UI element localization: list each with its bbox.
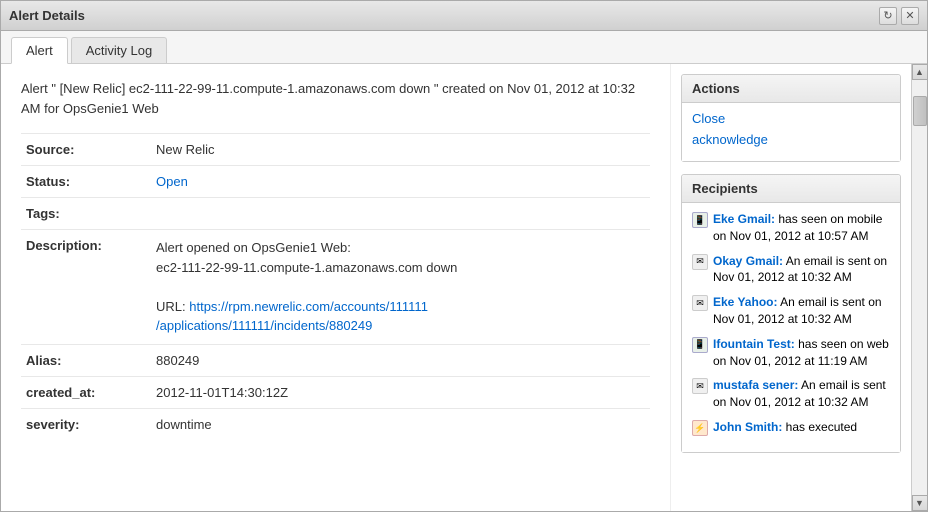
- field-value-alias: 880249: [151, 344, 650, 376]
- field-label-severity: severity:: [21, 408, 151, 440]
- field-tags: Tags:: [21, 198, 650, 230]
- recipient-eke-yahoo: ✉ Eke Yahoo: An email is sent on Nov 01,…: [692, 294, 890, 328]
- recipient-ifountain-test: 📱 Ifountain Test: has seen on web on Nov…: [692, 336, 890, 370]
- field-label-source: Source:: [21, 134, 151, 166]
- field-status: Status: Open: [21, 166, 650, 198]
- recipient-okay-gmail: ✉ Okay Gmail: An email is sent on Nov 01…: [692, 253, 890, 287]
- scrollbar-arrow-up[interactable]: ▲: [912, 64, 928, 80]
- scrollbar-track: ▲ ▼: [911, 64, 927, 511]
- tab-alert[interactable]: Alert: [11, 37, 68, 64]
- description-url-link[interactable]: https://rpm.newrelic.com/accounts/111111…: [156, 299, 428, 334]
- recipient-john-smith: ⚡ John Smith: has executed: [692, 419, 890, 436]
- field-label-status: Status:: [21, 166, 151, 198]
- recipients-section-body: 📱 Eke Gmail: has seen on mobile on Nov 0…: [682, 203, 900, 452]
- acknowledge-action-link[interactable]: acknowledge: [692, 132, 890, 147]
- recipient-name-eke-yahoo[interactable]: Eke Yahoo:: [713, 295, 777, 309]
- main-content: Alert " [New Relic] ec2-111-22-99-11.com…: [1, 64, 671, 511]
- recipients-section-title: Recipients: [682, 175, 900, 203]
- fields-table: Source: New Relic Status: Open Tags: Des…: [21, 133, 650, 440]
- close-action-link[interactable]: Close: [692, 111, 890, 126]
- dialog-title: Alert Details: [9, 8, 85, 23]
- recipient-text-eke-gmail: Eke Gmail: has seen on mobile on Nov 01,…: [713, 211, 890, 245]
- tab-activity-log[interactable]: Activity Log: [71, 37, 167, 63]
- recipients-section: Recipients 📱 Eke Gmail: has seen on mobi…: [681, 174, 901, 453]
- actions-section-body: Close acknowledge: [682, 103, 900, 161]
- close-dialog-button[interactable]: ✕: [901, 7, 919, 25]
- refresh-button[interactable]: ↻: [879, 7, 897, 25]
- titlebar-buttons: ↻ ✕: [879, 7, 919, 25]
- recipient-name-ifountain[interactable]: Ifountain Test:: [713, 337, 795, 351]
- recipient-icon-script-john: ⚡: [692, 420, 708, 436]
- recipient-icon-email-eke-yahoo: ✉: [692, 295, 708, 311]
- recipient-name-mustafa[interactable]: mustafa sener:: [713, 378, 798, 392]
- field-description: Description: Alert opened on OpsGenie1 W…: [21, 230, 650, 345]
- actions-section: Actions Close acknowledge: [681, 74, 901, 162]
- sidebar: Actions Close acknowledge Recipients 📱 E…: [671, 64, 911, 511]
- recipient-eke-gmail: 📱 Eke Gmail: has seen on mobile on Nov 0…: [692, 211, 890, 245]
- recipient-icon-mobile: 📱: [692, 212, 708, 228]
- field-value-description: Alert opened on OpsGenie1 Web: ec2-111-2…: [151, 230, 650, 345]
- recipient-name-eke-gmail[interactable]: Eke Gmail:: [713, 212, 775, 226]
- field-severity: severity: downtime: [21, 408, 650, 440]
- field-value-source: New Relic: [151, 134, 650, 166]
- recipient-text-john: John Smith: has executed: [713, 419, 857, 436]
- scrollbar-thumb[interactable]: [913, 96, 927, 126]
- recipient-name-john[interactable]: John Smith:: [713, 420, 782, 434]
- recipient-status-john: has executed: [786, 420, 857, 434]
- actions-section-title: Actions: [682, 75, 900, 103]
- field-value-tags: [151, 198, 650, 230]
- field-created-at: created_at: 2012-11-01T14:30:12Z: [21, 376, 650, 408]
- alert-details-dialog: Alert Details ↻ ✕ Alert Activity Log Ale…: [0, 0, 928, 512]
- field-value-created-at: 2012-11-01T14:30:12Z: [151, 376, 650, 408]
- recipient-icon-email-mustafa: ✉: [692, 378, 708, 394]
- recipient-text-okay-gmail: Okay Gmail: An email is sent on Nov 01, …: [713, 253, 890, 287]
- scrollbar-arrow-down[interactable]: ▼: [912, 495, 928, 511]
- field-label-created-at: created_at:: [21, 376, 151, 408]
- field-label-tags: Tags:: [21, 198, 151, 230]
- dialog-body: Alert " [New Relic] ec2-111-22-99-11.com…: [1, 64, 927, 511]
- recipient-icon-mobile-ifountain: 📱: [692, 337, 708, 353]
- recipient-name-okay-gmail[interactable]: Okay Gmail:: [713, 254, 783, 268]
- tabs-bar: Alert Activity Log: [1, 31, 927, 64]
- field-label-alias: Alias:: [21, 344, 151, 376]
- dialog-titlebar: Alert Details ↻ ✕: [1, 1, 927, 31]
- field-value-severity: downtime: [151, 408, 650, 440]
- field-source: Source: New Relic: [21, 134, 650, 166]
- field-label-description: Description:: [21, 230, 151, 345]
- recipient-text-mustafa: mustafa sener: An email is sent on Nov 0…: [713, 377, 890, 411]
- recipient-text-ifountain: Ifountain Test: has seen on web on Nov 0…: [713, 336, 890, 370]
- field-value-status: Open: [151, 166, 650, 198]
- alert-header: Alert " [New Relic] ec2-111-22-99-11.com…: [21, 79, 650, 118]
- recipient-icon-email-okay: ✉: [692, 254, 708, 270]
- field-alias: Alias: 880249: [21, 344, 650, 376]
- recipient-text-eke-yahoo: Eke Yahoo: An email is sent on Nov 01, 2…: [713, 294, 890, 328]
- recipient-mustafa-sener: ✉ mustafa sener: An email is sent on Nov…: [692, 377, 890, 411]
